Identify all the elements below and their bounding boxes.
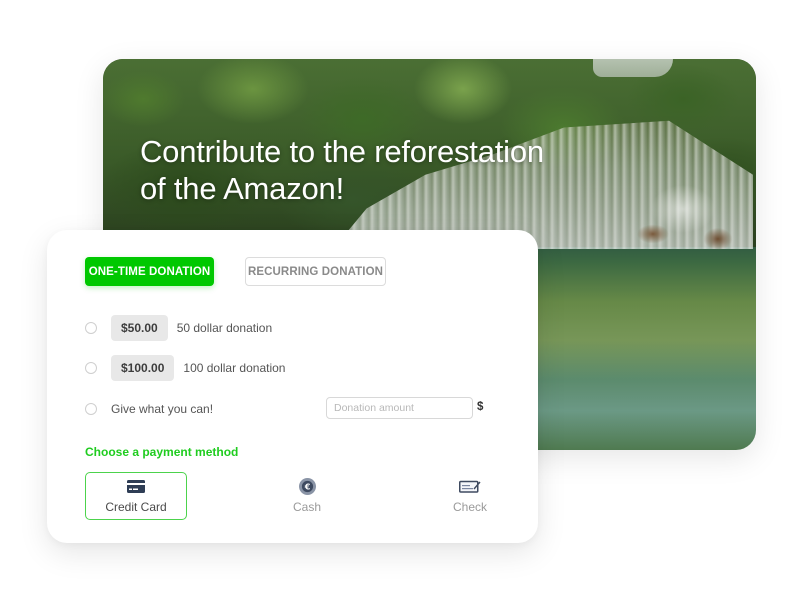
tab-one-time-donation[interactable]: ONE-TIME DONATION (85, 257, 214, 286)
svg-text:€: € (303, 482, 310, 491)
check-cheque-icon (459, 478, 481, 494)
option-label: Give what you can! (111, 402, 214, 416)
payment-method-cash[interactable]: € Cash (256, 472, 358, 520)
radio-button[interactable] (85, 403, 97, 415)
tab-recurring-donation[interactable]: RECURRING DONATION (245, 257, 386, 286)
payment-method-label: Cash (292, 500, 321, 514)
donation-form-card: ONE-TIME DONATION RECURRING DONATION $50… (47, 230, 538, 543)
sky-image (593, 59, 673, 77)
rocks-image (623, 179, 756, 259)
option-label: 50 dollar donation (176, 321, 273, 335)
hero-title-line-1: Contribute to the reforestation (140, 134, 544, 169)
hero-title-line-2: of the Amazon! (140, 171, 344, 206)
euro-coin-icon: € (298, 477, 316, 495)
amount-chip: $50.00 (111, 315, 168, 341)
currency-symbol: $ (477, 401, 484, 413)
donation-option-custom[interactable]: Give what you can! (85, 395, 213, 423)
payment-method-label: Credit Card (105, 500, 167, 514)
payment-method-credit-card[interactable]: Credit Card (85, 472, 187, 520)
donation-option-100[interactable]: $100.00 100 dollar donation (85, 354, 285, 382)
payment-method-label: Check (452, 500, 487, 514)
credit-card-icon (127, 478, 145, 494)
hero-title: Contribute to the reforestation of the A… (140, 133, 600, 207)
donation-amount-input[interactable] (326, 397, 473, 419)
donation-option-50[interactable]: $50.00 50 dollar donation (85, 314, 272, 342)
payment-method-check[interactable]: Check (419, 472, 521, 520)
amount-chip: $100.00 (111, 355, 175, 381)
payment-method-heading: Choose a payment method (85, 445, 239, 459)
option-label: 100 dollar donation (183, 361, 286, 375)
radio-button[interactable] (85, 322, 97, 334)
radio-button[interactable] (85, 362, 97, 374)
